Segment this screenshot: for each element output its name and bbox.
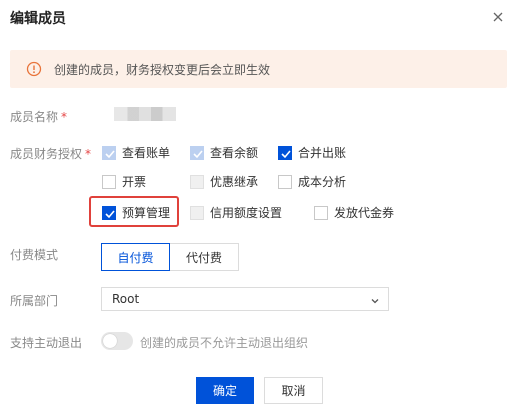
- payment-proxy-pay-button[interactable]: 代付费: [170, 243, 239, 271]
- checkbox-icon: [190, 205, 204, 220]
- edit-member-dialog: 编辑成员 创建的成员，财务授权变更后会立即生效 成员名称 * 成员财务授权 * 查看…: [0, 0, 514, 414]
- checkbox-icon: [278, 174, 292, 189]
- toggle-knob: [103, 334, 117, 348]
- perm-invoice[interactable]: 开票: [102, 173, 146, 190]
- required-mark: *: [61, 110, 68, 124]
- allow-exit-label: 支持主动退出: [10, 336, 83, 350]
- member-name-label: 成员名称 *: [10, 110, 68, 124]
- confirm-button[interactable]: 确定: [196, 377, 254, 404]
- permissions-label: 成员财务授权 *: [10, 147, 92, 161]
- warning-circle-icon: [26, 61, 42, 77]
- checkbox-checked-icon: [278, 145, 292, 160]
- close-icon[interactable]: [491, 10, 505, 24]
- alert-text: 创建的成员，财务授权变更后会立即生效: [54, 63, 271, 77]
- payment-mode-segmented: 自付费 代付费: [101, 243, 239, 271]
- dialog-title: 编辑成员: [10, 11, 66, 27]
- required-mark: *: [85, 147, 92, 161]
- perm-issue-voucher[interactable]: 发放代金券: [314, 204, 394, 221]
- department-select[interactable]: Root: [101, 287, 389, 311]
- perm-view-bill: 查看账单: [102, 144, 170, 161]
- checkbox-checked-icon: [190, 145, 204, 160]
- member-name-value-redacted: [114, 107, 176, 121]
- perm-discount-inherit: 优惠继承: [190, 173, 258, 190]
- info-alert: 创建的成员，财务授权变更后会立即生效: [10, 50, 507, 88]
- department-label: 所属部门: [10, 294, 59, 308]
- cancel-button[interactable]: 取消: [264, 377, 323, 404]
- perm-cost-analysis[interactable]: 成本分析: [278, 173, 346, 190]
- perm-credit-limit: 信用额度设置: [190, 204, 282, 221]
- payment-mode-label: 付费模式: [10, 248, 59, 262]
- perm-view-balance: 查看余额: [190, 144, 258, 161]
- checkbox-icon: [314, 205, 328, 220]
- payment-self-pay-button[interactable]: 自付费: [101, 243, 170, 271]
- checkbox-icon: [102, 174, 116, 189]
- allow-exit-toggle[interactable]: [101, 332, 133, 350]
- perm-merge-billing[interactable]: 合并出账: [278, 144, 346, 161]
- perm-budget-management[interactable]: 预算管理: [102, 204, 170, 221]
- checkbox-icon: [190, 174, 204, 189]
- department-value: Root: [112, 292, 140, 306]
- checkbox-checked-icon: [102, 145, 116, 160]
- checkbox-checked-icon: [102, 205, 116, 220]
- chevron-down-icon: [370, 295, 380, 305]
- allow-exit-description: 创建的成员不允许主动退出组织: [140, 336, 309, 350]
